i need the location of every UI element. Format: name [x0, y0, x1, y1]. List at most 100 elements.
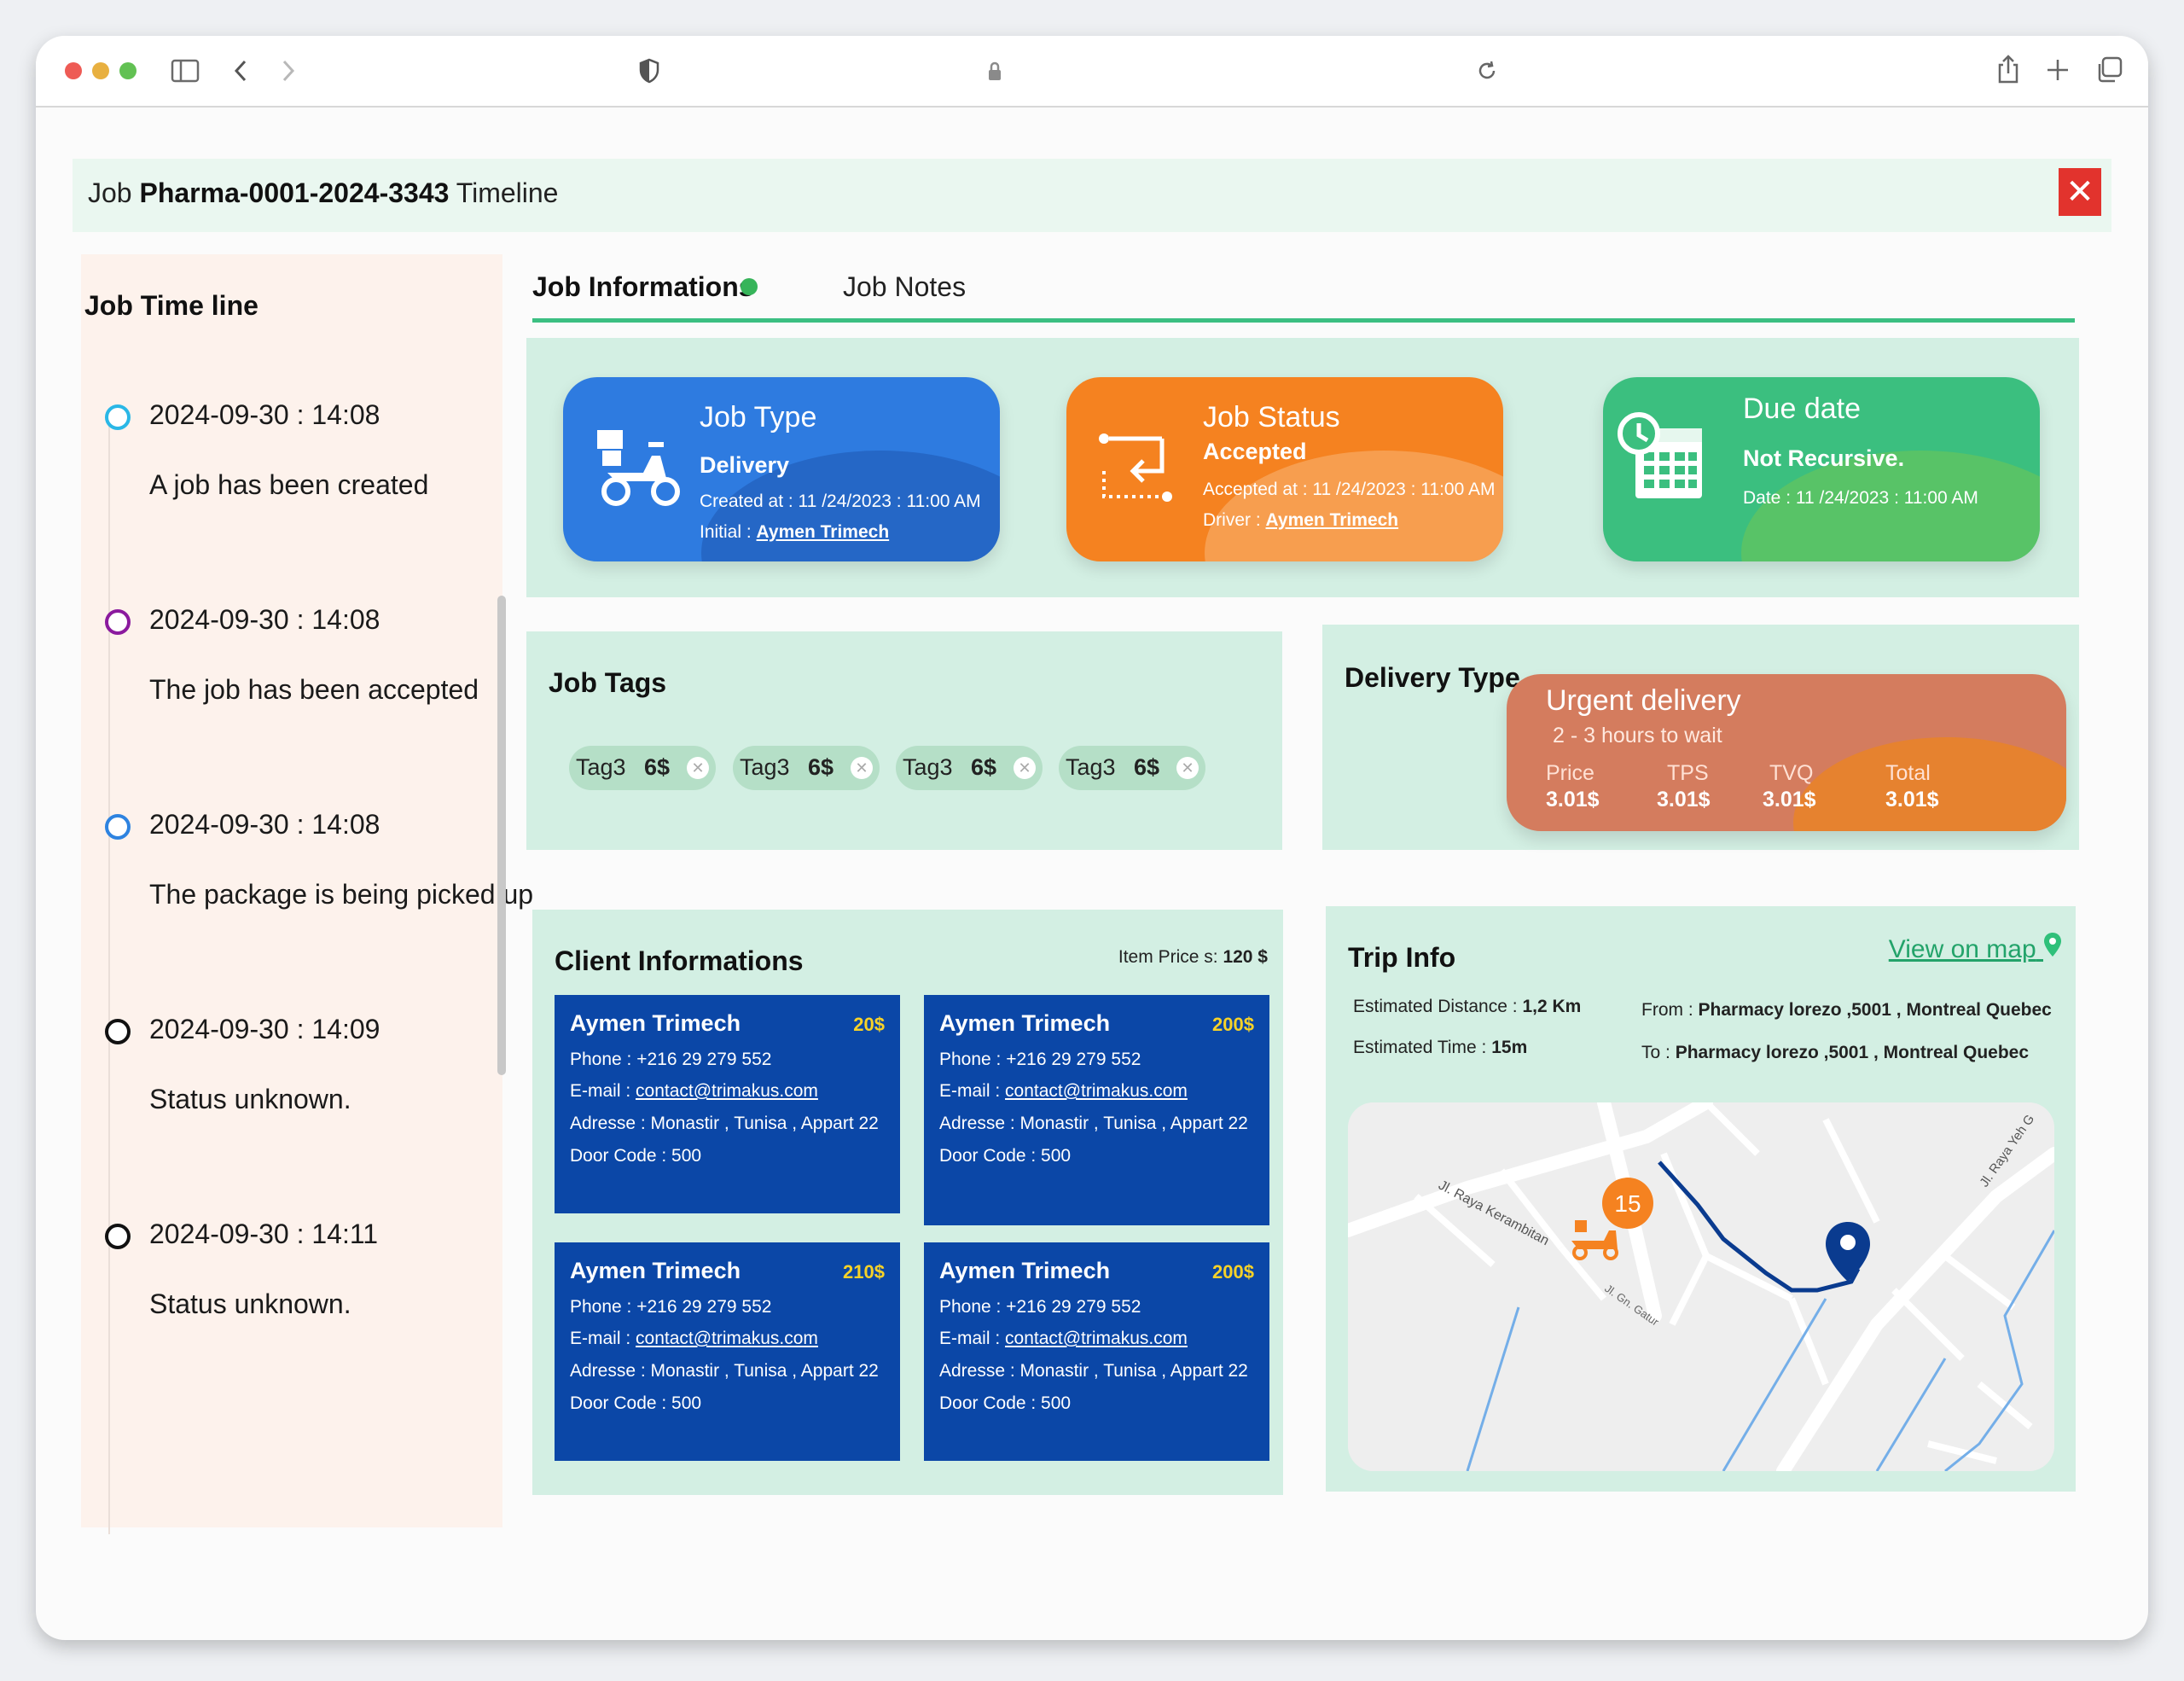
job-status-card: Job Status Accepted Accepted at : 11 /24… [1066, 377, 1503, 561]
urgent-delivery-card: Urgent delivery 2 - 3 hours to wait Pric… [1507, 674, 2066, 831]
tag-value: 6$ [644, 754, 671, 780]
total-column: Total 3.01$ [1885, 761, 1939, 812]
client-phone: Phone : +216 29 279 552 [570, 1297, 772, 1317]
close-button[interactable]: ✕ [2059, 168, 2101, 216]
card-value: Delivery [700, 452, 790, 478]
close-icon: ✕ [2065, 173, 2094, 211]
timeline-dot-icon [105, 404, 131, 430]
tag-chip[interactable]: Tag3 6$ ✕ [1059, 746, 1205, 790]
client-name: Aymen Trimech [570, 1010, 741, 1036]
to-label: To : [1641, 1043, 1670, 1062]
tabs-overview-icon[interactable] [2095, 56, 2123, 84]
tvq-label: TVQ [1769, 761, 1814, 785]
tps-column: TPS 3.01$ [1657, 761, 1711, 812]
tag-value: 6$ [971, 754, 997, 780]
timeline-line [108, 416, 110, 1534]
driver-link[interactable]: Aymen Trimech [1266, 510, 1399, 530]
browser-toolbar [36, 36, 2148, 108]
client-card[interactable]: Aymen Trimech 210$ Phone : +216 29 279 5… [555, 1242, 900, 1461]
remove-tag-icon[interactable]: ✕ [1176, 757, 1199, 779]
item-price-value: 120 $ [1223, 947, 1268, 967]
client-name: Aymen Trimech [939, 1010, 1111, 1036]
card-value: Not Recursive. [1743, 445, 1905, 471]
new-tab-icon[interactable] [2046, 58, 2070, 82]
reload-icon[interactable] [1476, 60, 1498, 82]
back-icon[interactable] [232, 58, 249, 84]
distance-label: Estimated Distance : [1353, 997, 1518, 1016]
trip-to: To : Pharmacy lorezo ,5001 , Montreal Qu… [1641, 1043, 2029, 1063]
initial-user-link[interactable]: Aymen Trimech [757, 522, 890, 542]
share-icon[interactable] [1996, 55, 2020, 84]
tag-chip[interactable]: Tag3 6$ ✕ [569, 746, 716, 790]
card-accepted: Accepted at : 11 /24/2023 : 11:00 AM [1203, 480, 1496, 499]
client-address: Adresse : Monastir , Tunisa , Appart 22 [939, 1361, 1248, 1381]
client-phone: Phone : +216 29 279 552 [570, 1050, 772, 1069]
total-value: 3.01$ [1885, 788, 1939, 811]
tab-label: Job Informations [532, 271, 754, 302]
delivery-type-panel: Delivery Type Urgent delivery 2 - 3 hour… [1322, 625, 2079, 850]
card-created: Created at : 11 /24/2023 : 11:00 AM [700, 492, 981, 511]
client-card[interactable]: Aymen Trimech 20$ Phone : +216 29 279 55… [555, 995, 900, 1213]
tps-label: TPS [1667, 761, 1709, 785]
delivery-name: Urgent delivery [1546, 684, 1741, 717]
client-info-title: Client Informations [555, 945, 804, 976]
item-price-label: Item Price s: [1118, 947, 1218, 967]
card-decoration [1205, 451, 1503, 561]
card-date: Date : 11 /24/2023 : 11:00 AM [1743, 488, 1978, 508]
client-card[interactable]: Aymen Trimech 200$ Phone : +216 29 279 5… [924, 995, 1269, 1225]
job-type-card: Job Type Delivery Created at : 11 /24/20… [563, 377, 1000, 561]
minimize-window-dot[interactable] [92, 62, 109, 79]
client-door-code: Door Code : 500 [570, 1393, 702, 1413]
card-initial: Initial : Aymen Trimech [700, 522, 889, 543]
tag-chip[interactable]: Tag3 6$ ✕ [733, 746, 880, 790]
client-email-link[interactable]: contact@trimakus.com [1005, 1329, 1188, 1348]
tab-job-notes[interactable]: Job Notes [843, 271, 966, 303]
client-door-code: Door Code : 500 [939, 1393, 1072, 1413]
from-value: Pharmacy lorezo ,5001 , Montreal Quebec [1698, 1000, 2052, 1020]
client-email-link[interactable]: contact@trimakus.com [636, 1329, 818, 1348]
timeline-title: Job Time line [84, 290, 258, 321]
job-tags-title: Job Tags [549, 667, 667, 698]
tag-name: Tag3 [576, 754, 626, 780]
maximize-window-dot[interactable] [119, 62, 136, 79]
timeline-text: Status unknown. [149, 1288, 351, 1319]
time-label: Estimated Time : [1353, 1038, 1487, 1057]
tab-bar: Job Informations Job Notes [532, 266, 2075, 323]
timeline-scrollbar[interactable] [497, 596, 506, 1075]
view-on-map-link[interactable]: View on map [1889, 932, 2062, 964]
timeline-time: 2024-09-30 : 14:08 [149, 809, 380, 840]
client-card[interactable]: Aymen Trimech 200$ Phone : +216 29 279 5… [924, 1242, 1269, 1461]
timeline-time: 2024-09-30 : 14:08 [149, 604, 380, 635]
tag-value: 6$ [808, 754, 834, 780]
remove-tag-icon[interactable]: ✕ [1014, 757, 1036, 779]
route-map[interactable]: 15 Jl. Raya Kerambitan Jl. Gn. Gatur Jl.… [1348, 1102, 2054, 1471]
tab-job-informations[interactable]: Job Informations [532, 271, 754, 303]
client-email-row: E-mail : contact@trimakus.com [570, 1081, 818, 1102]
remove-tag-icon[interactable]: ✕ [687, 757, 709, 779]
to-value: Pharmacy lorezo ,5001 , Montreal Quebec [1675, 1043, 2030, 1062]
trip-from: From : Pharmacy lorezo ,5001 , Montreal … [1641, 1000, 2052, 1021]
client-email-row: E-mail : contact@trimakus.com [939, 1329, 1188, 1349]
timeline-text: A job has been created [149, 469, 429, 500]
card-value: Accepted [1203, 439, 1307, 464]
tag-chip[interactable]: Tag3 6$ ✕ [896, 746, 1043, 790]
email-label: E-mail : [939, 1329, 1001, 1348]
driver-label: Driver : [1203, 510, 1261, 530]
client-info-panel: Client Informations Item Price s: 120 $ … [532, 910, 1283, 1495]
client-amount: 20$ [853, 1014, 885, 1035]
sidebar-toggle-icon[interactable] [171, 59, 200, 83]
timeline-dot-icon [105, 1224, 131, 1249]
distance-value: 1,2 Km [1522, 997, 1582, 1016]
close-window-dot[interactable] [65, 62, 82, 79]
forward-icon[interactable] [280, 58, 297, 84]
email-label: E-mail : [570, 1329, 631, 1348]
shield-icon[interactable] [638, 58, 660, 84]
map-canvas: 15 Jl. Raya Kerambitan Jl. Gn. Gatur Jl.… [1348, 1102, 2054, 1471]
client-email-link[interactable]: contact@trimakus.com [1005, 1081, 1188, 1101]
remove-tag-icon[interactable]: ✕ [851, 757, 873, 779]
client-email-link[interactable]: contact@trimakus.com [636, 1081, 818, 1101]
scooter-icon [597, 430, 680, 506]
tag-name: Tag3 [740, 754, 790, 780]
client-amount: 210$ [843, 1261, 885, 1283]
client-email-row: E-mail : contact@trimakus.com [570, 1329, 818, 1349]
